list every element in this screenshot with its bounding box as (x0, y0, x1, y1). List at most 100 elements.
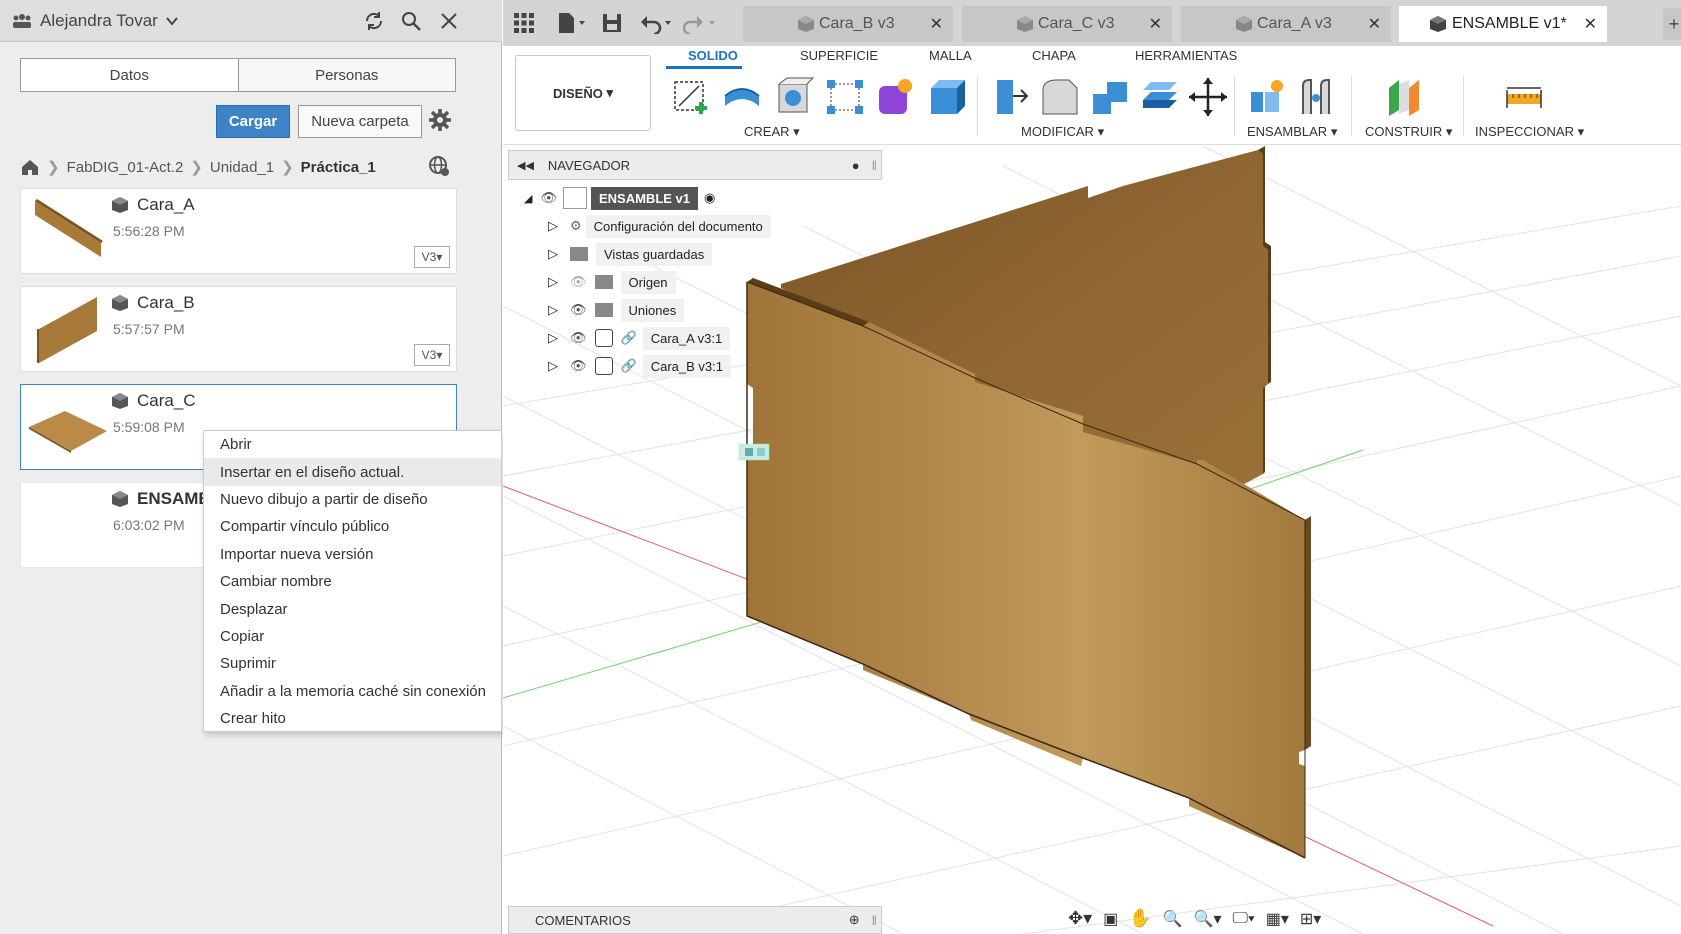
expand-arrow-icon[interactable]: ▷ (548, 218, 558, 234)
group-construir[interactable]: CONSTRUIR ▾ (1365, 124, 1452, 140)
expand-arrow-icon[interactable]: ▷ (548, 358, 558, 374)
orbit-icon[interactable]: ✥▾ (1068, 908, 1092, 929)
file-menu-icon[interactable] (557, 12, 587, 34)
shell-icon[interactable] (1139, 76, 1181, 118)
expand-arrow-icon[interactable]: ▷ (548, 246, 558, 262)
version-badge[interactable]: V3 ▾ (414, 344, 450, 366)
file-card[interactable]: Cara_A 5:56:28 PM V3 ▾ (20, 188, 457, 274)
close-tab-icon[interactable]: ✕ (1584, 14, 1597, 34)
save-icon[interactable] (601, 12, 623, 34)
tab-cara-b[interactable]: Cara_B v3 ✕ (743, 6, 953, 42)
menu-item-share-link[interactable]: Compartir vínculo público (204, 513, 501, 540)
hidden-eye-icon[interactable]: 👁 (570, 274, 587, 290)
refresh-icon[interactable] (362, 9, 386, 33)
move-icon[interactable] (1187, 76, 1229, 118)
redo-icon[interactable] (683, 12, 717, 34)
group-crear[interactable]: CREAR ▾ (744, 124, 800, 140)
menu-item-copy[interactable]: Copiar (204, 623, 501, 650)
visibility-eye-icon[interactable]: 👁 (570, 358, 587, 374)
browser-item-joints[interactable]: ▷ 👁 Uniones (548, 297, 685, 323)
add-comment-icon[interactable]: ⊕ (849, 912, 860, 928)
menu-item-delete[interactable]: Suprimir (204, 650, 501, 677)
pattern-icon[interactable] (825, 76, 867, 118)
group-modificar[interactable]: MODIFICAR ▾ (1021, 124, 1104, 140)
app-grid-icon[interactable] (513, 12, 535, 34)
menu-item-insert[interactable]: Insertar en el diseño actual. (204, 458, 501, 486)
version-badge[interactable]: V3 ▾ (414, 246, 450, 268)
visibility-eye-icon[interactable]: 👁 (570, 330, 587, 346)
menu-item-rename[interactable]: Cambiar nombre (204, 568, 501, 595)
menu-item-milestone[interactable]: Crear hito (204, 705, 501, 732)
form-icon[interactable] (875, 76, 917, 118)
ribbon-tab-superficie[interactable]: SUPERFICIE (800, 48, 878, 63)
visibility-eye-icon[interactable]: 👁 (570, 302, 587, 318)
breadcrumb-item[interactable]: Unidad_1 (210, 159, 274, 176)
ribbon-tab-herramientas[interactable]: HERRAMIENTAS (1135, 48, 1237, 63)
press-pull-icon[interactable] (989, 76, 1031, 118)
offset-plane-icon[interactable] (1383, 76, 1425, 118)
browser-item-views[interactable]: ▷ Vistas guardadas (548, 241, 713, 267)
comments-panel-header[interactable]: COMENTARIOS ⊕ ‖ (508, 906, 882, 934)
expand-arrow-icon[interactable]: ▷ (548, 330, 558, 346)
measure-icon[interactable] (1503, 76, 1545, 118)
globe-icon[interactable] (428, 155, 450, 180)
joint-glyph-icon[interactable] (738, 443, 770, 461)
browser-root-row[interactable]: ◢ 👁 ENSAMBLE v1 ◉ (524, 185, 715, 211)
new-component-icon[interactable] (1247, 76, 1289, 118)
search-icon[interactable] (399, 9, 423, 33)
tab-cara-a[interactable]: Cara_A v3 ✕ (1181, 6, 1391, 42)
extrude-icon[interactable] (721, 76, 763, 118)
ribbon-tab-chapa[interactable]: CHAPA (1032, 48, 1076, 63)
visibility-eye-icon[interactable]: 👁 (540, 190, 557, 206)
file-card[interactable]: Cara_B 5:57:57 PM V3 ▾ (20, 286, 457, 372)
tab-personas[interactable]: Personas (239, 59, 456, 91)
browser-item-origin[interactable]: ▷ 👁 Origen (548, 269, 676, 295)
menu-item-open[interactable]: Abrir (204, 431, 501, 458)
look-at-icon[interactable]: ▣ (1103, 909, 1118, 929)
activate-radio-icon[interactable]: ◉ (704, 190, 715, 206)
close-icon[interactable] (437, 9, 461, 33)
fit-icon[interactable]: 🔍▾ (1194, 909, 1222, 929)
close-tab-icon[interactable]: ✕ (1368, 14, 1381, 34)
fillet-icon[interactable] (1039, 76, 1081, 118)
joint-icon[interactable] (1295, 76, 1337, 118)
undo-icon[interactable] (639, 12, 673, 34)
expand-arrow-icon[interactable]: ▷ (548, 274, 558, 290)
gear-icon[interactable] (428, 108, 452, 135)
new-folder-button[interactable]: Nueva carpeta (298, 105, 422, 138)
panel-options-icon[interactable]: ● (852, 158, 860, 173)
panel-grip-icon[interactable]: ‖ (872, 913, 877, 928)
grid-settings-icon[interactable]: ▦▾ (1266, 909, 1289, 929)
group-inspeccionar[interactable]: INSPECCIONAR ▾ (1475, 124, 1584, 140)
menu-item-import-version[interactable]: Importar nueva versión (204, 541, 501, 568)
user-menu[interactable]: Alejandra Tovar (12, 11, 178, 31)
box-icon[interactable] (927, 76, 969, 118)
viewports-icon[interactable]: ⊞▾ (1300, 909, 1321, 929)
chamfer-icon[interactable] (1089, 76, 1131, 118)
expand-arrow-icon[interactable]: ◢ (524, 192, 532, 205)
browser-panel-header[interactable]: ◀◀ NAVEGADOR ● ‖ (508, 150, 882, 180)
expand-arrow-icon[interactable]: ▷ (548, 302, 558, 318)
browser-item-cara-a[interactable]: ▷ 👁 🔗 Cara_A v3:1 (548, 325, 731, 351)
workspace-switcher[interactable]: DISEÑO ▾ (515, 55, 651, 131)
menu-item-offline-cache[interactable]: Añadir a la memoria caché sin conexión (204, 678, 501, 705)
collapse-panel-icon[interactable]: ◀◀ (517, 159, 534, 172)
ribbon-tab-malla[interactable]: MALLA (929, 48, 972, 63)
group-ensamblar[interactable]: ENSAMBLAR ▾ (1247, 124, 1337, 140)
close-tab-icon[interactable]: ✕ (1149, 14, 1162, 34)
tab-ensamble[interactable]: ENSAMBLE v1* ✕ (1399, 6, 1607, 42)
display-settings-icon[interactable]: 🖵▾ (1233, 910, 1255, 928)
menu-item-new-drawing[interactable]: Nuevo dibujo a partir de diseño (204, 486, 501, 513)
ribbon-tab-solido[interactable]: SOLIDO (688, 48, 738, 63)
browser-item-settings[interactable]: ▷ ⚙ Configuración del documento (548, 213, 771, 239)
browser-item-cara-b[interactable]: ▷ 👁 🔗 Cara_B v3:1 (548, 353, 731, 379)
revolve-icon[interactable] (773, 76, 815, 118)
new-tab-button[interactable]: + (1663, 8, 1681, 40)
breadcrumb-item[interactable]: FabDIG_01-Act.2 (67, 159, 184, 176)
menu-item-move[interactable]: Desplazar (204, 595, 501, 622)
zoom-icon[interactable]: 🔍 (1163, 909, 1183, 929)
tab-cara-c[interactable]: Cara_C v3 ✕ (962, 6, 1172, 42)
home-icon[interactable] (20, 158, 40, 176)
create-sketch-icon[interactable] (671, 76, 713, 118)
tab-datos[interactable]: Datos (21, 59, 239, 91)
